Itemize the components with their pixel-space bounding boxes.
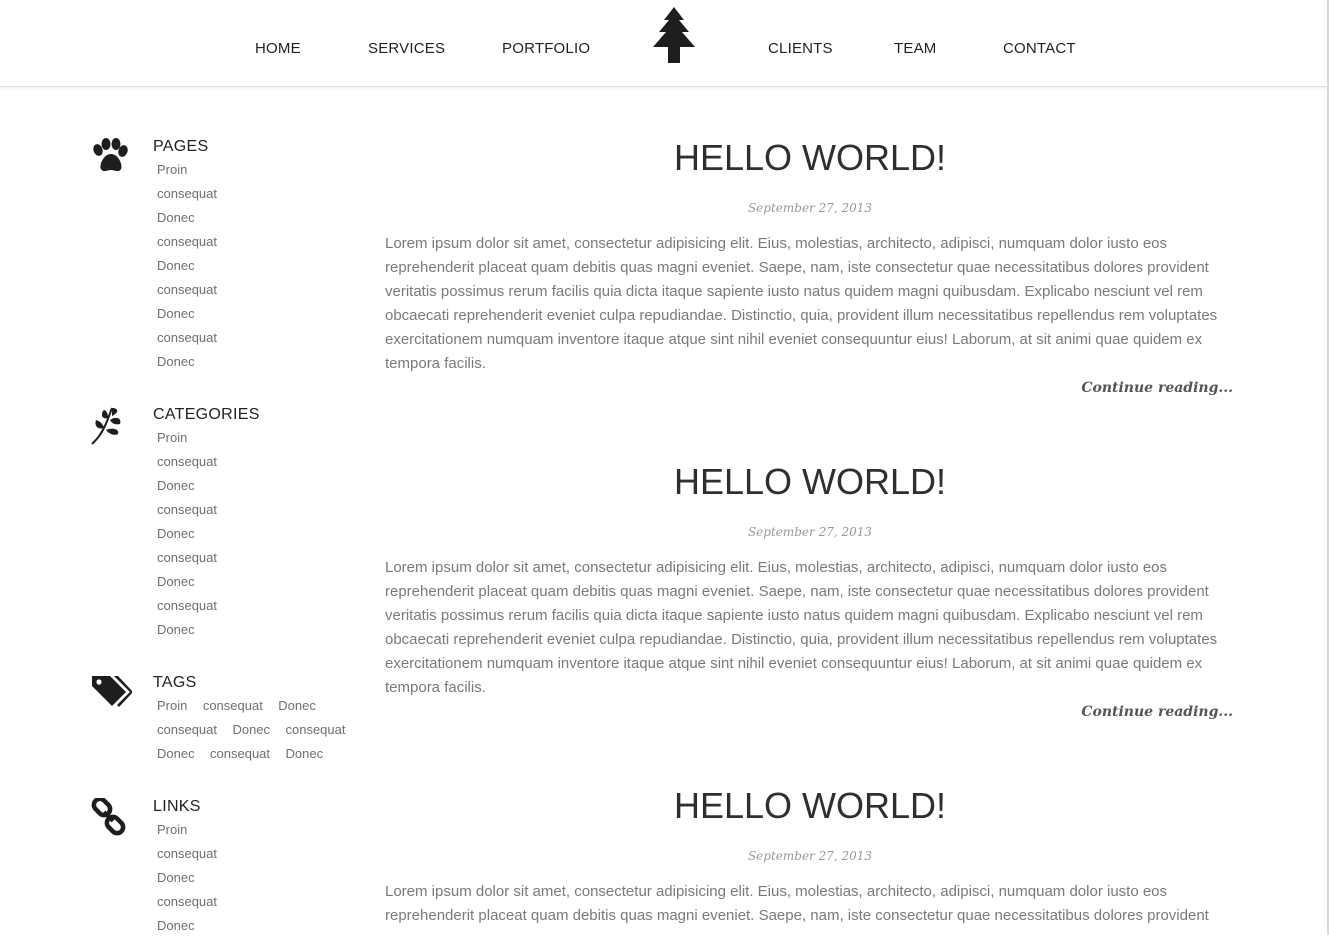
nav-services[interactable]: SERVICES [368,40,445,57]
post-title[interactable]: HELLO WORLD! [385,462,1235,502]
continue-reading-link[interactable]: Continue reading... [1081,704,1233,720]
post-excerpt: Lorem ipsum dolor sit amet, consectetur … [385,883,1209,924]
leaf-branch-icon [90,406,134,450]
pine-tree-icon[interactable] [651,7,697,63]
pages-link[interactable]: consequat [157,330,217,354]
tag-link[interactable]: consequat [210,746,270,762]
widget-title-categories: CATEGORIES [153,406,260,423]
nav-portfolio[interactable]: PORTFOLIO [502,40,590,57]
paw-icon [90,138,134,182]
widget-tags: TAGS Proin consequat Donec consequat Don… [90,674,360,774]
category-link[interactable]: Proin [157,430,217,454]
pages-link[interactable]: consequat [157,282,217,306]
pages-link[interactable]: consequat [157,234,217,258]
category-link[interactable]: Donec [157,574,217,598]
nav-team[interactable]: TEAM [894,40,936,57]
nav-contact[interactable]: CONTACT [1003,40,1076,57]
tag-link[interactable]: Proin [157,698,187,714]
tag-row: Donec consequat Donec [157,746,356,770]
site-header: HOME SERVICES PORTFOLIO CLIENTS TEAM CON… [0,0,1329,87]
category-link[interactable]: Donec [157,526,217,550]
tag-link[interactable]: Donec [232,722,270,738]
pages-link[interactable]: Proin [157,162,217,186]
pages-link[interactable]: Donec [157,306,217,330]
widget-title-pages: PAGES [153,138,209,155]
pages-list: Proin consequat Donec consequat Donec co… [157,162,217,378]
post-excerpt: Lorem ipsum dolor sit amet, consectetur … [385,559,1218,696]
blog-post: HELLO WORLD! September 27, 2013 Lorem ip… [385,462,1235,732]
pages-link[interactable]: consequat [157,186,217,210]
blog-post: HELLO WORLD! September 27, 2013 Lorem ip… [385,138,1235,408]
continue-reading-link[interactable]: Continue reading... [1081,380,1233,396]
widget-title-tags: TAGS [153,674,197,691]
widget-title-links: LINKS [153,798,201,815]
tag-row: Proin consequat Donec [157,698,356,722]
post-excerpt: Lorem ipsum dolor sit amet, consectetur … [385,235,1218,372]
category-link[interactable]: consequat [157,454,217,478]
category-link[interactable]: consequat [157,598,217,622]
category-link[interactable]: consequat [157,550,217,574]
widget-pages: PAGES Proin consequat Donec consequat Do… [90,138,360,378]
tags-cloud: Proin consequat Donec consequat Donec co… [157,698,356,770]
tag-link[interactable]: Donec [278,698,316,714]
chain-link-icon [90,796,134,842]
post-date: September 27, 2013 [747,201,873,215]
tag-row: consequat Donec consequat [157,722,356,746]
pages-link[interactable]: Donec [157,210,217,234]
post-date: September 27, 2013 [747,525,873,539]
post-title[interactable]: HELLO WORLD! [385,138,1235,178]
widget-categories: CATEGORIES Proin consequat Donec consequ… [90,406,360,646]
widget-links: LINKS Proin consequat Donec consequat Do… [90,796,360,935]
tag-link[interactable]: Donec [157,746,195,762]
links-link[interactable]: Donec [157,870,217,894]
links-link[interactable]: Donec [157,918,217,942]
tag-link[interactable]: consequat [203,698,263,714]
links-list: Proin consequat Donec consequat Donec [157,822,217,942]
tags-icon [90,674,134,718]
tag-link[interactable]: consequat [157,722,217,738]
tag-link[interactable]: consequat [285,722,345,738]
post-date: September 27, 2013 [747,849,873,863]
pages-link[interactable]: Donec [157,258,217,282]
categories-list: Proin consequat Donec consequat Donec co… [157,430,217,646]
links-link[interactable]: Proin [157,822,217,846]
pages-link[interactable]: Donec [157,354,217,378]
links-link[interactable]: consequat [157,894,217,918]
post-title[interactable]: HELLO WORLD! [385,786,1235,826]
category-link[interactable]: consequat [157,502,217,526]
category-link[interactable]: Donec [157,622,217,646]
tag-link[interactable]: Donec [285,746,323,762]
links-link[interactable]: consequat [157,846,217,870]
nav-clients[interactable]: CLIENTS [768,40,833,57]
category-link[interactable]: Donec [157,478,217,502]
nav-home[interactable]: HOME [255,40,301,57]
blog-post: HELLO WORLD! September 27, 2013 Lorem ip… [385,786,1235,935]
